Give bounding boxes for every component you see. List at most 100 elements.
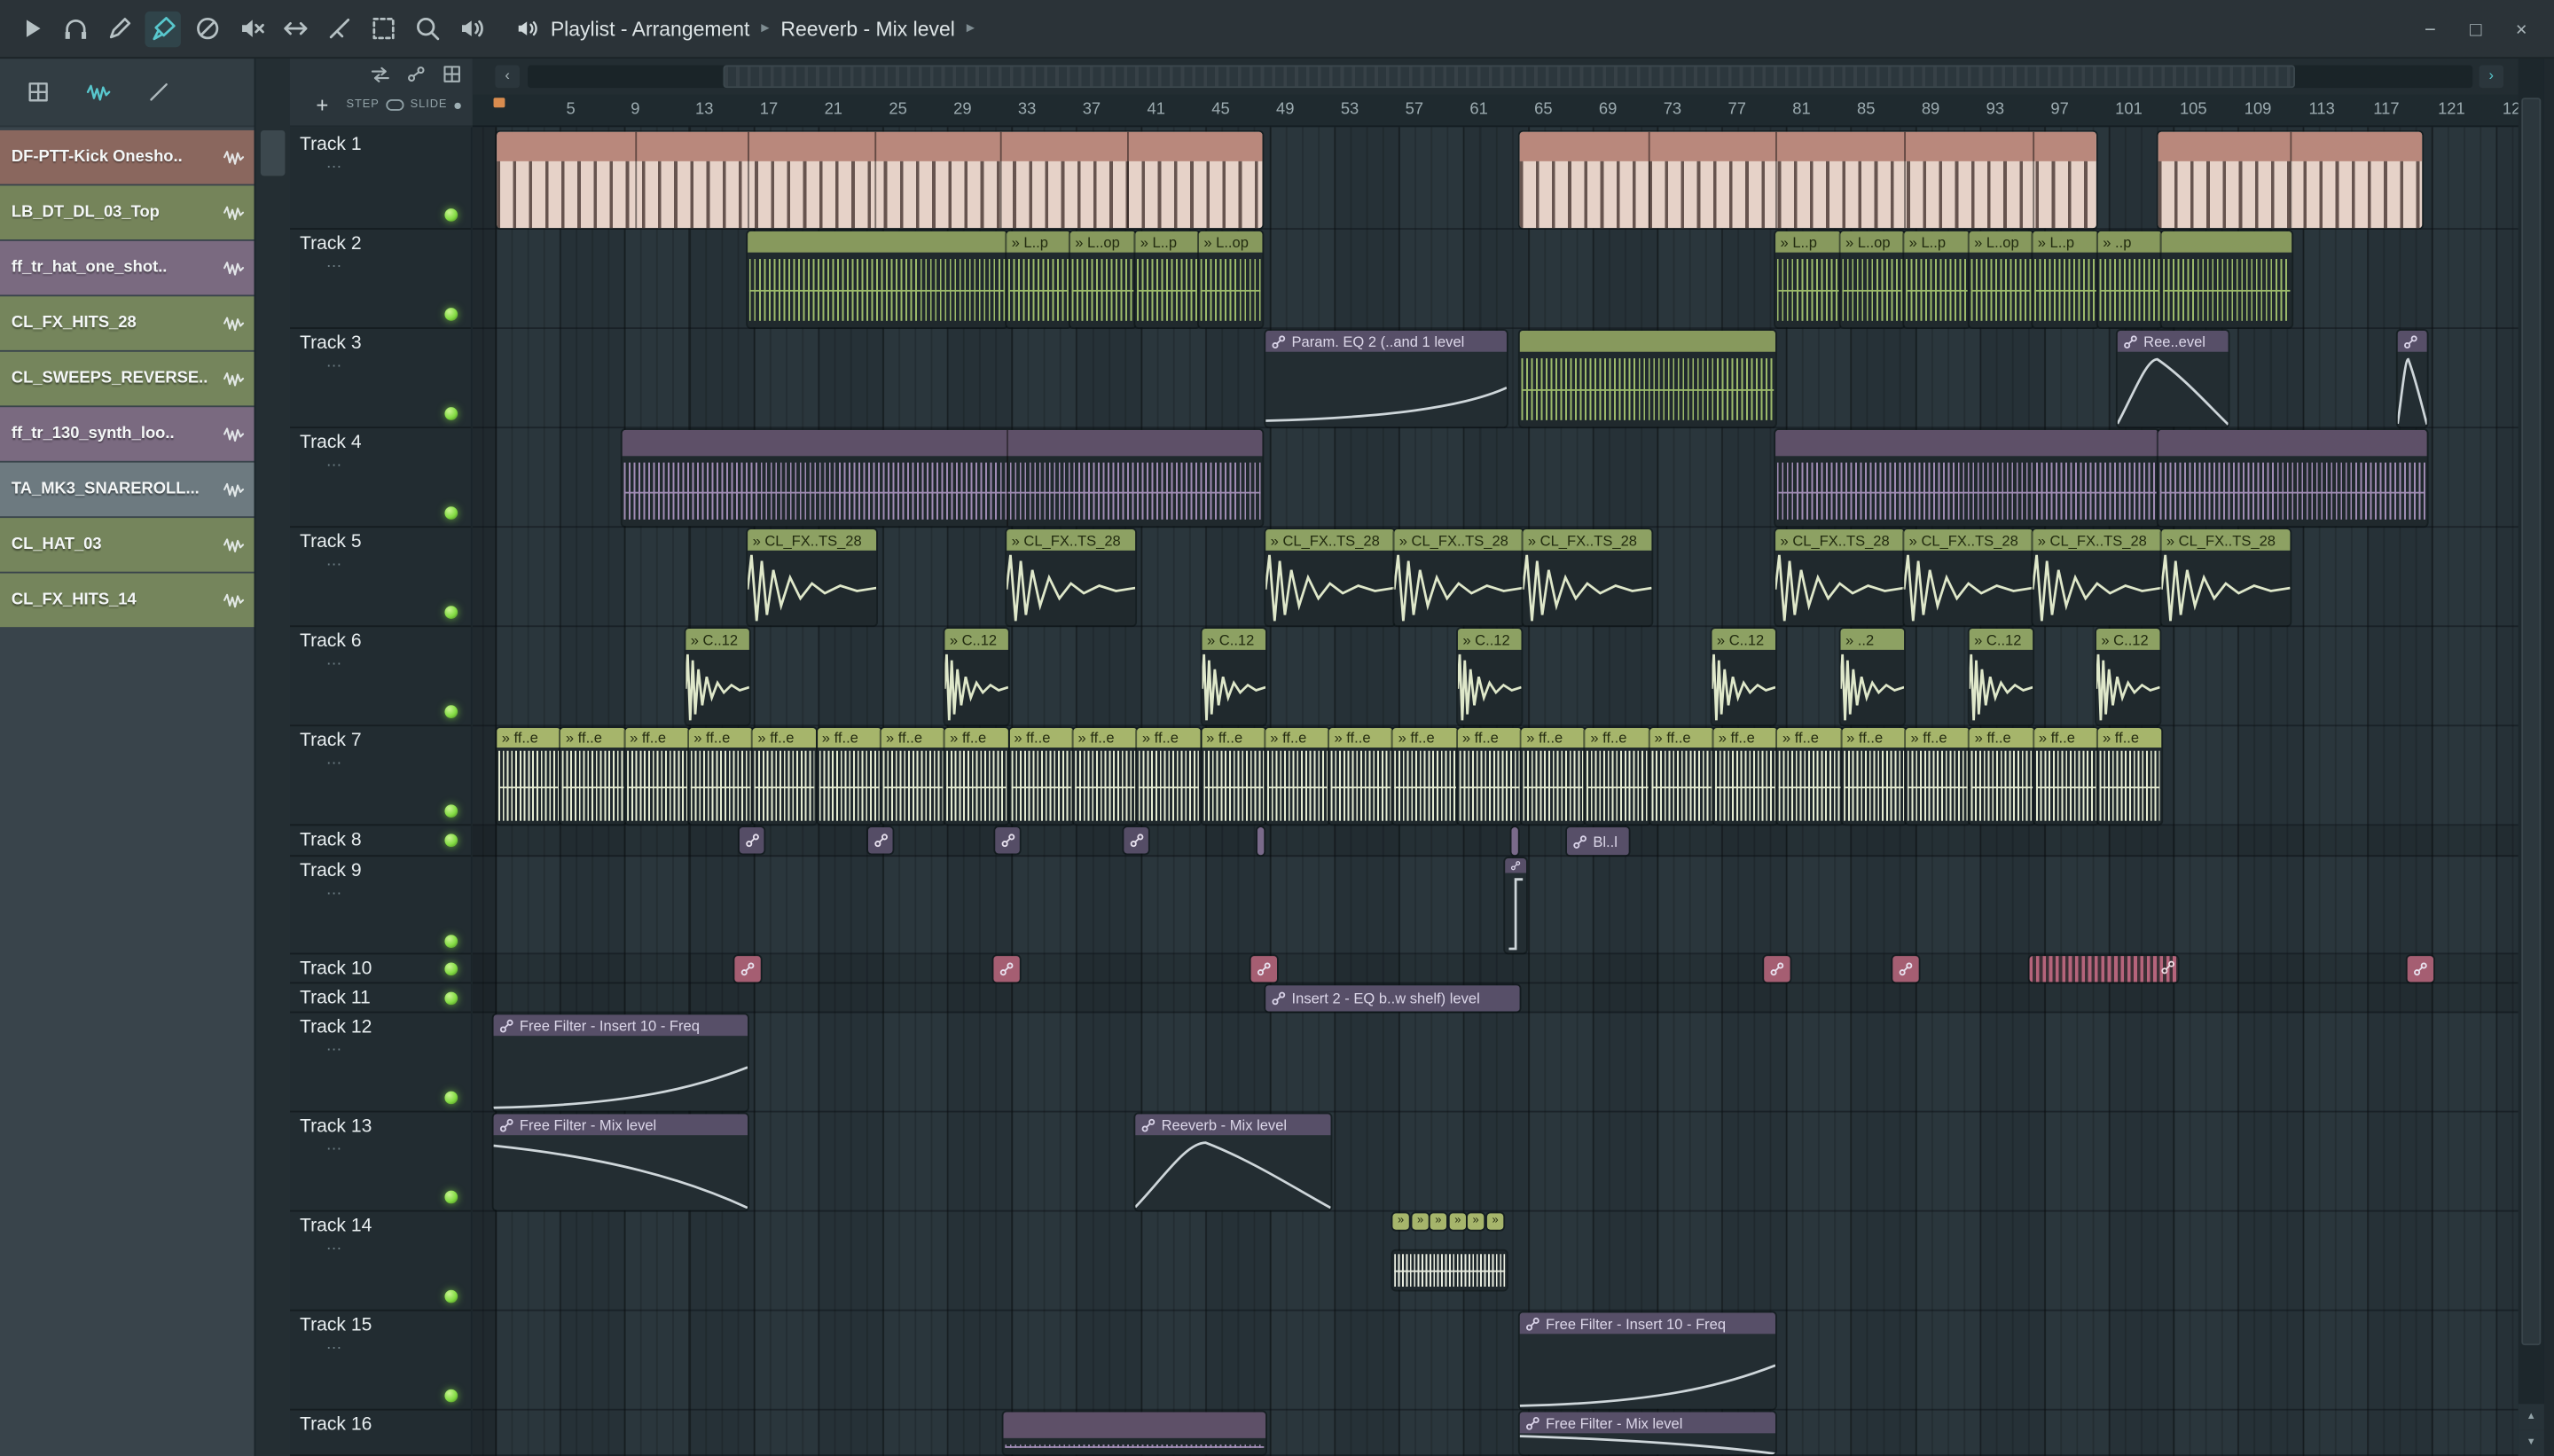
track-led[interactable] — [444, 308, 458, 321]
step-toggle[interactable] — [386, 99, 404, 111]
play-button[interactable] — [13, 11, 49, 46]
audio-clip[interactable]: » CL_FX..TS_28 — [2033, 528, 2162, 626]
audio-clip[interactable]: » L..p — [1904, 231, 1970, 328]
audio-clip[interactable] — [1519, 330, 1776, 427]
automation-clip[interactable]: Free Filter - Insert 10 - Freq — [1519, 1312, 1776, 1409]
audio-clip[interactable]: » ff..e — [1201, 728, 1265, 825]
audio-clip[interactable]: » CL_FX..TS_28 — [1007, 528, 1136, 626]
audio-clip[interactable]: » CL_FX..TS_28 — [1775, 528, 1905, 626]
audio-clip[interactable]: » — [1412, 1213, 1429, 1230]
automation-clip[interactable] — [1511, 827, 1518, 856]
audio-clip[interactable]: » L..op — [1969, 231, 2033, 328]
select-button[interactable] — [364, 11, 400, 46]
automation-clip[interactable]: Free Filter - Insert 10 - Freq — [493, 1014, 748, 1111]
track-led[interactable] — [444, 834, 458, 848]
audio-clip[interactable]: » CL_FX..TS_28 — [1904, 528, 2033, 626]
audio-clip[interactable]: » CL_FX..TS_28 — [1265, 528, 1395, 626]
audio-clip[interactable]: » ff..e — [1457, 728, 1522, 825]
track-led[interactable] — [444, 935, 458, 948]
horizontal-scrollbar-handle[interactable] — [723, 65, 2295, 89]
close-button[interactable]: × — [2502, 11, 2541, 46]
gridicon-button[interactable] — [442, 64, 463, 85]
audio-clip[interactable]: » C..12 — [944, 628, 1008, 725]
picker-item[interactable]: CL_FX_HITS_28 — [0, 296, 255, 350]
automation-clip[interactable] — [1764, 956, 1790, 982]
audio-clip[interactable] — [1392, 1250, 1507, 1290]
audio-clip[interactable]: » ff..e — [881, 728, 945, 825]
audio-clip[interactable] — [1519, 131, 2096, 229]
swap-button[interactable] — [370, 64, 391, 85]
vertical-scrollbar[interactable]: ▲ ▼ — [2518, 59, 2544, 1456]
audio-clip[interactable]: » ff..e — [1713, 728, 1778, 825]
audio-clip[interactable]: » ff..e — [752, 728, 818, 825]
track-led[interactable] — [444, 1091, 458, 1105]
minimize-button[interactable]: − — [2410, 11, 2449, 46]
picker-scrollbar[interactable] — [254, 59, 290, 1456]
track-led[interactable] — [444, 208, 458, 222]
picker-item[interactable]: TA_MK3_SNAREROLL... — [0, 462, 255, 517]
audio-clip[interactable]: » L..op — [1198, 231, 1263, 328]
slice-button[interactable] — [321, 11, 356, 46]
diag-button[interactable] — [146, 80, 171, 105]
slide-toggle[interactable] — [453, 101, 461, 109]
audio-clip[interactable]: » ff..e — [1073, 728, 1138, 825]
audio-clip[interactable]: » ff..e — [1585, 728, 1650, 825]
audio-clip[interactable] — [497, 131, 1263, 229]
track-led[interactable] — [444, 991, 458, 1006]
zoom-button[interactable] — [409, 11, 444, 46]
draw-button[interactable] — [101, 11, 137, 46]
track-led[interactable] — [444, 962, 458, 976]
automation-clip[interactable]: Reeverb - Mix level — [1135, 1114, 1331, 1210]
audio-clip[interactable]: » ff..e — [1008, 728, 1074, 825]
gridicon-button[interactable] — [26, 80, 51, 105]
audio-clip[interactable]: » ..2 — [1840, 628, 1905, 725]
audio-clip[interactable]: » CL_FX..TS_28 — [1523, 528, 1652, 626]
wave-button[interactable] — [86, 80, 111, 105]
audio-clip[interactable]: » ff..e — [944, 728, 1009, 825]
audio-clip[interactable]: » C..12 — [1457, 628, 1522, 725]
audio-clip[interactable] — [622, 429, 1263, 527]
audio-clip[interactable]: » ..p — [2097, 231, 2162, 328]
breadcrumb-selection[interactable]: Reeverb - Mix level — [780, 17, 955, 40]
audio-clip[interactable] — [1775, 429, 2158, 527]
audio-clip[interactable]: » C..12 — [1969, 628, 2033, 725]
audio-clip[interactable]: » ff..e — [1328, 728, 1394, 825]
audio-clip[interactable]: » L..op — [1840, 231, 1905, 328]
automation-clip[interactable] — [2397, 330, 2427, 427]
track-led[interactable] — [444, 407, 458, 420]
audio-clip[interactable]: » L..p — [1775, 231, 1841, 328]
track-row-header[interactable]: Track 16 — [289, 1411, 471, 1456]
audio-clip[interactable] — [2158, 429, 2427, 527]
automation-clip[interactable] — [739, 827, 764, 854]
audio-clip[interactable] — [748, 231, 1007, 328]
audio-clip[interactable]: » L..p — [1135, 231, 1199, 328]
picker-item[interactable]: LB_DT_DL_03_Top — [0, 185, 255, 239]
audio-clip[interactable]: » ff..e — [1137, 728, 1202, 825]
picker-item[interactable]: DF-PTT-Kick Onesho.. — [0, 129, 255, 184]
audio-clip[interactable]: » L..p — [2033, 231, 2098, 328]
automation-clip[interactable] — [1257, 827, 1265, 856]
audio-clip[interactable]: » ff..e — [688, 728, 753, 825]
preview-button[interactable] — [453, 11, 489, 46]
audio-clip[interactable]: » ff..e — [1649, 728, 1714, 825]
automation-clip[interactable]: Ree..evel — [2117, 330, 2229, 427]
picker-item[interactable]: ff_tr_130_synth_loo.. — [0, 407, 255, 461]
scroll-left-button[interactable]: ‹ — [495, 65, 520, 89]
automation-clip[interactable] — [867, 827, 893, 854]
mute-button[interactable] — [233, 11, 269, 46]
audio-clip[interactable]: » ff..e — [1265, 728, 1329, 825]
vertical-scrollbar-handle[interactable] — [2521, 98, 2542, 1346]
audio-clip[interactable]: » C..12 — [1202, 628, 1266, 725]
horizontal-scrollbar-track[interactable] — [528, 65, 2473, 89]
track-led[interactable] — [444, 1289, 458, 1303]
audio-clip[interactable]: » ff..e — [2033, 728, 2098, 825]
audio-clip[interactable]: » ff..e — [624, 728, 689, 825]
automation-clip[interactable]: Param. EQ 2 (..and 1 level — [1265, 330, 1507, 427]
automation-clip[interactable] — [2029, 956, 2178, 982]
track-led[interactable] — [444, 1190, 458, 1204]
audio-clip[interactable]: » ff..e — [1393, 728, 1458, 825]
link-button[interactable] — [405, 64, 427, 85]
scroll-right-button[interactable]: › — [2479, 65, 2504, 89]
audio-clip[interactable]: » ff..e — [1970, 728, 2034, 825]
track-led[interactable] — [444, 705, 458, 718]
